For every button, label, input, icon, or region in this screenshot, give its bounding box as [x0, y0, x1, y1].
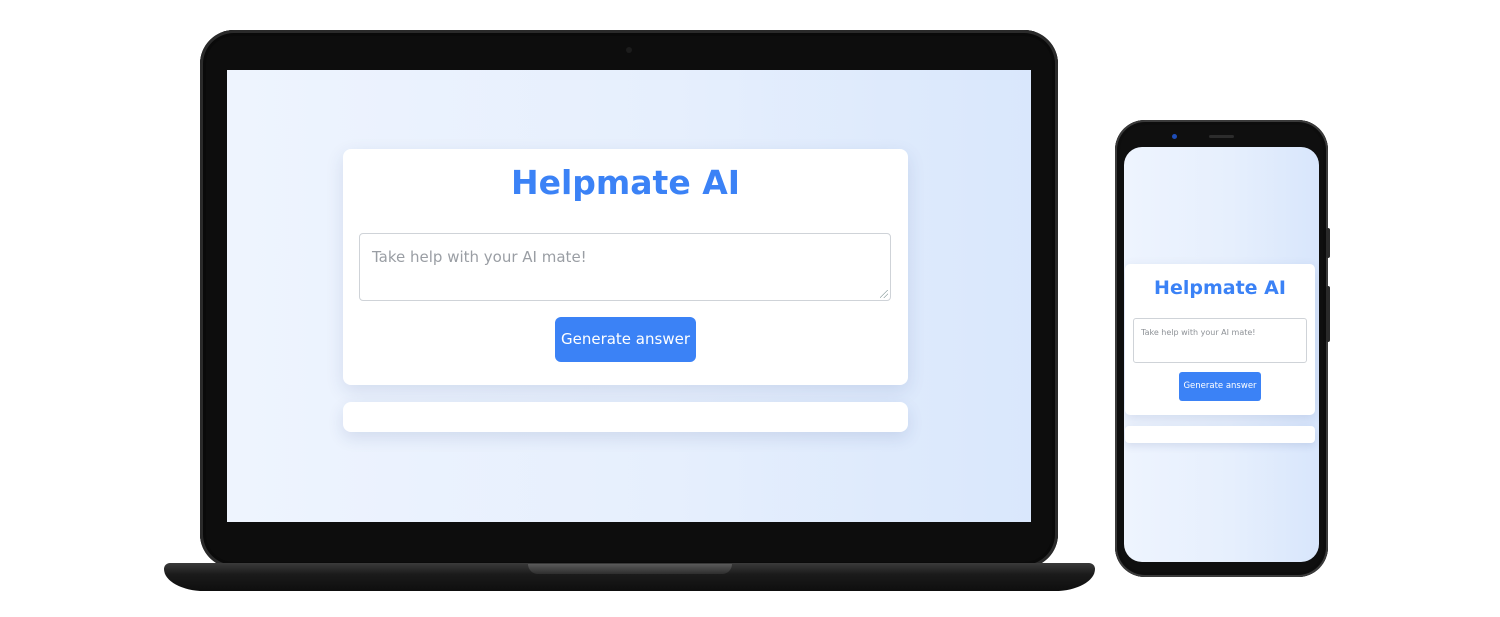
resize-handle-icon[interactable]	[880, 290, 888, 298]
mobile-answer-output-box	[1125, 426, 1315, 443]
phone-camera-icon	[1172, 134, 1177, 139]
mobile-generate-answer-button[interactable]: Generate answer	[1179, 372, 1261, 401]
laptop-camera	[626, 47, 632, 53]
page-title: Helpmate AI	[510, 163, 741, 202]
prompt-card: Helpmate AI Take help with your AI mate!…	[343, 149, 908, 385]
phone-volume-button	[1326, 228, 1330, 258]
mobile-page-title: Helpmate AI	[1154, 277, 1286, 299]
prompt-input-placeholder: Take help with your AI mate!	[372, 248, 587, 266]
phone-screen: Helpmate AI Take help with your AI mate!…	[1124, 147, 1319, 562]
mobile-prompt-input-placeholder: Take help with your AI mate!	[1141, 328, 1256, 337]
phone-speaker	[1209, 135, 1234, 138]
phone-power-button	[1326, 286, 1330, 342]
mobile-prompt-input[interactable]: Take help with your AI mate!	[1133, 318, 1307, 363]
laptop-opening-notch	[528, 564, 732, 574]
generate-answer-button[interactable]: Generate answer	[555, 317, 696, 362]
answer-output-box	[343, 402, 908, 432]
mobile-prompt-card: Helpmate AI Take help with your AI mate!…	[1125, 264, 1315, 415]
laptop-screen: Helpmate AI Take help with your AI mate!…	[227, 70, 1031, 522]
prompt-input[interactable]: Take help with your AI mate!	[359, 233, 891, 301]
